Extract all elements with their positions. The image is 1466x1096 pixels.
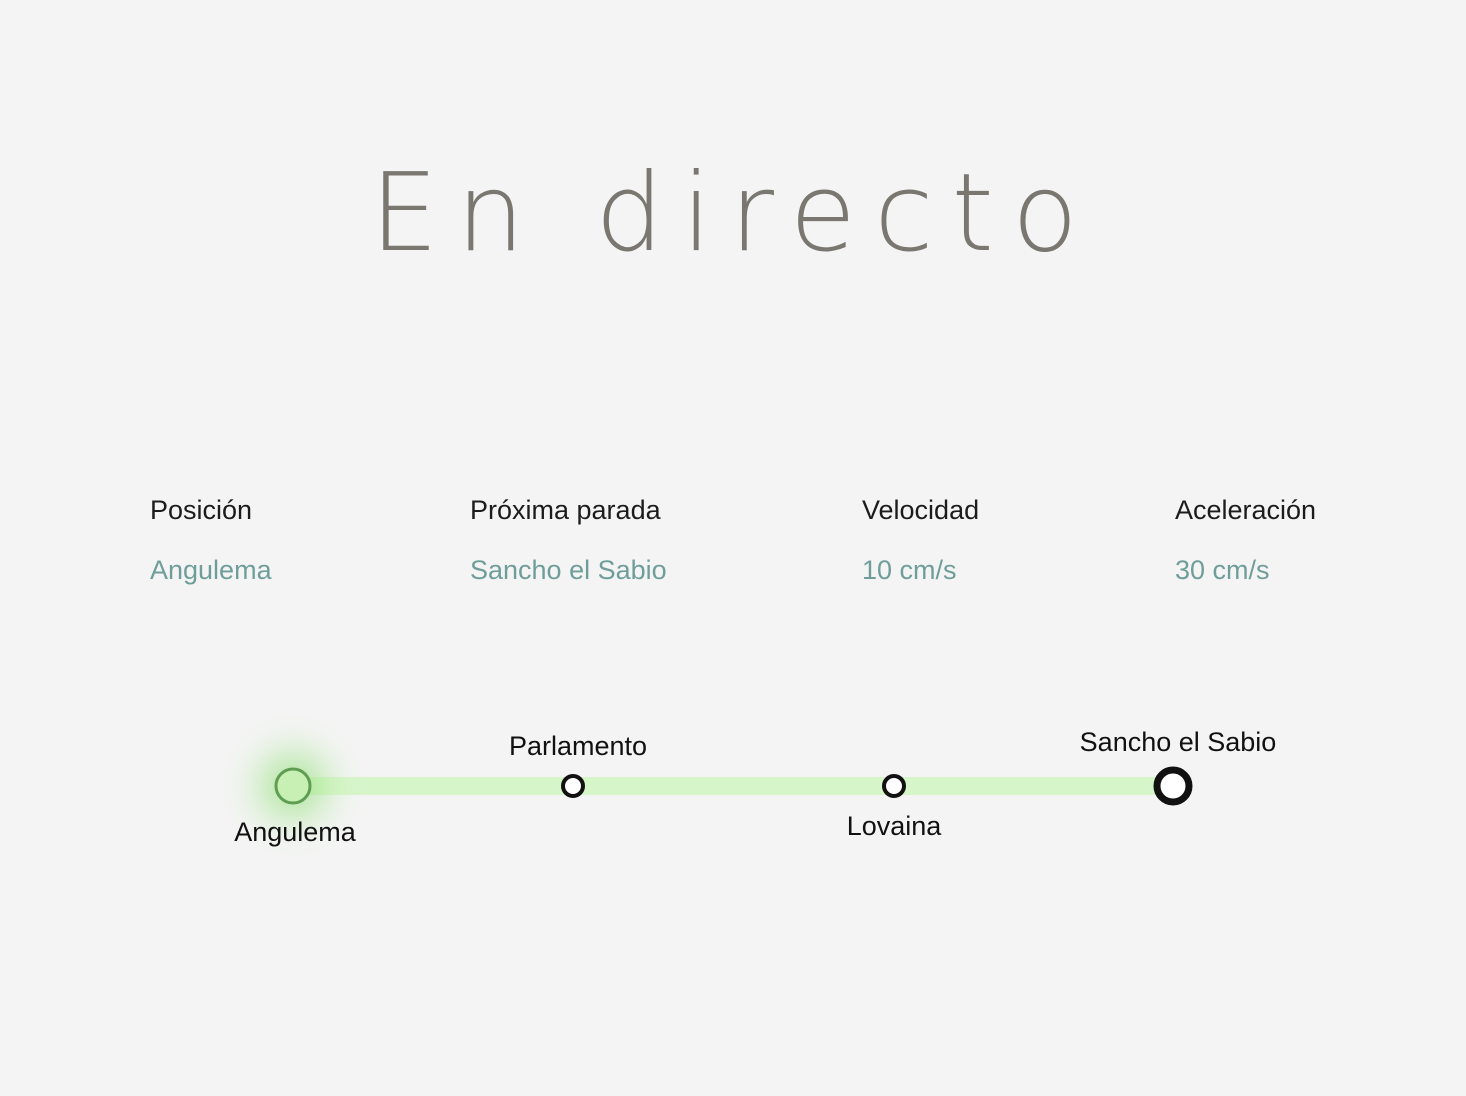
- stat-speed-label: Velocidad: [862, 495, 980, 525]
- stat-position-value: Angulema: [150, 555, 272, 585]
- stop-label-angulema: Angulema: [234, 817, 356, 847]
- stat-acceleration-value: 30 cm/s: [1175, 555, 1270, 585]
- stop-label-lovaina: Lovaina: [846, 811, 942, 841]
- stop-marker-angulema[interactable]: [274, 767, 312, 805]
- stop-label-parlamento: Parlamento: [508, 731, 648, 761]
- live-stats-panel: Posición Angulema Próxima parada Sancho …: [0, 490, 1466, 610]
- stat-position: Posición Angulema: [150, 490, 272, 590]
- stat-next-stop: Próxima parada Sancho el Sabio: [470, 490, 667, 590]
- stop-marker-parlamento[interactable]: [561, 774, 585, 798]
- stat-position-label: Posición: [150, 495, 253, 525]
- stat-acceleration: Aceleración 30 cm/s: [1175, 490, 1316, 590]
- stat-speed-value: 10 cm/s: [862, 555, 957, 585]
- route-line-graphic: [213, 706, 1193, 866]
- stop-marker-lovaina[interactable]: [882, 774, 906, 798]
- stat-acceleration-label: Aceleración: [1175, 495, 1317, 525]
- page-title: En directo: [370, 151, 1096, 276]
- route-track: [293, 777, 1173, 795]
- stop-label-sancho-el-sabio: Sancho el Sabio: [1079, 727, 1277, 757]
- stat-speed: Velocidad 10 cm/s: [862, 490, 979, 590]
- stat-next-stop-label: Próxima parada: [470, 495, 661, 525]
- stop-marker-sancho-el-sabio[interactable]: [1153, 766, 1193, 806]
- route-line-map: Angulema Parlamento Lovaina Sancho el Sa…: [0, 680, 1466, 920]
- stat-next-stop-value: Sancho el Sabio: [470, 555, 667, 585]
